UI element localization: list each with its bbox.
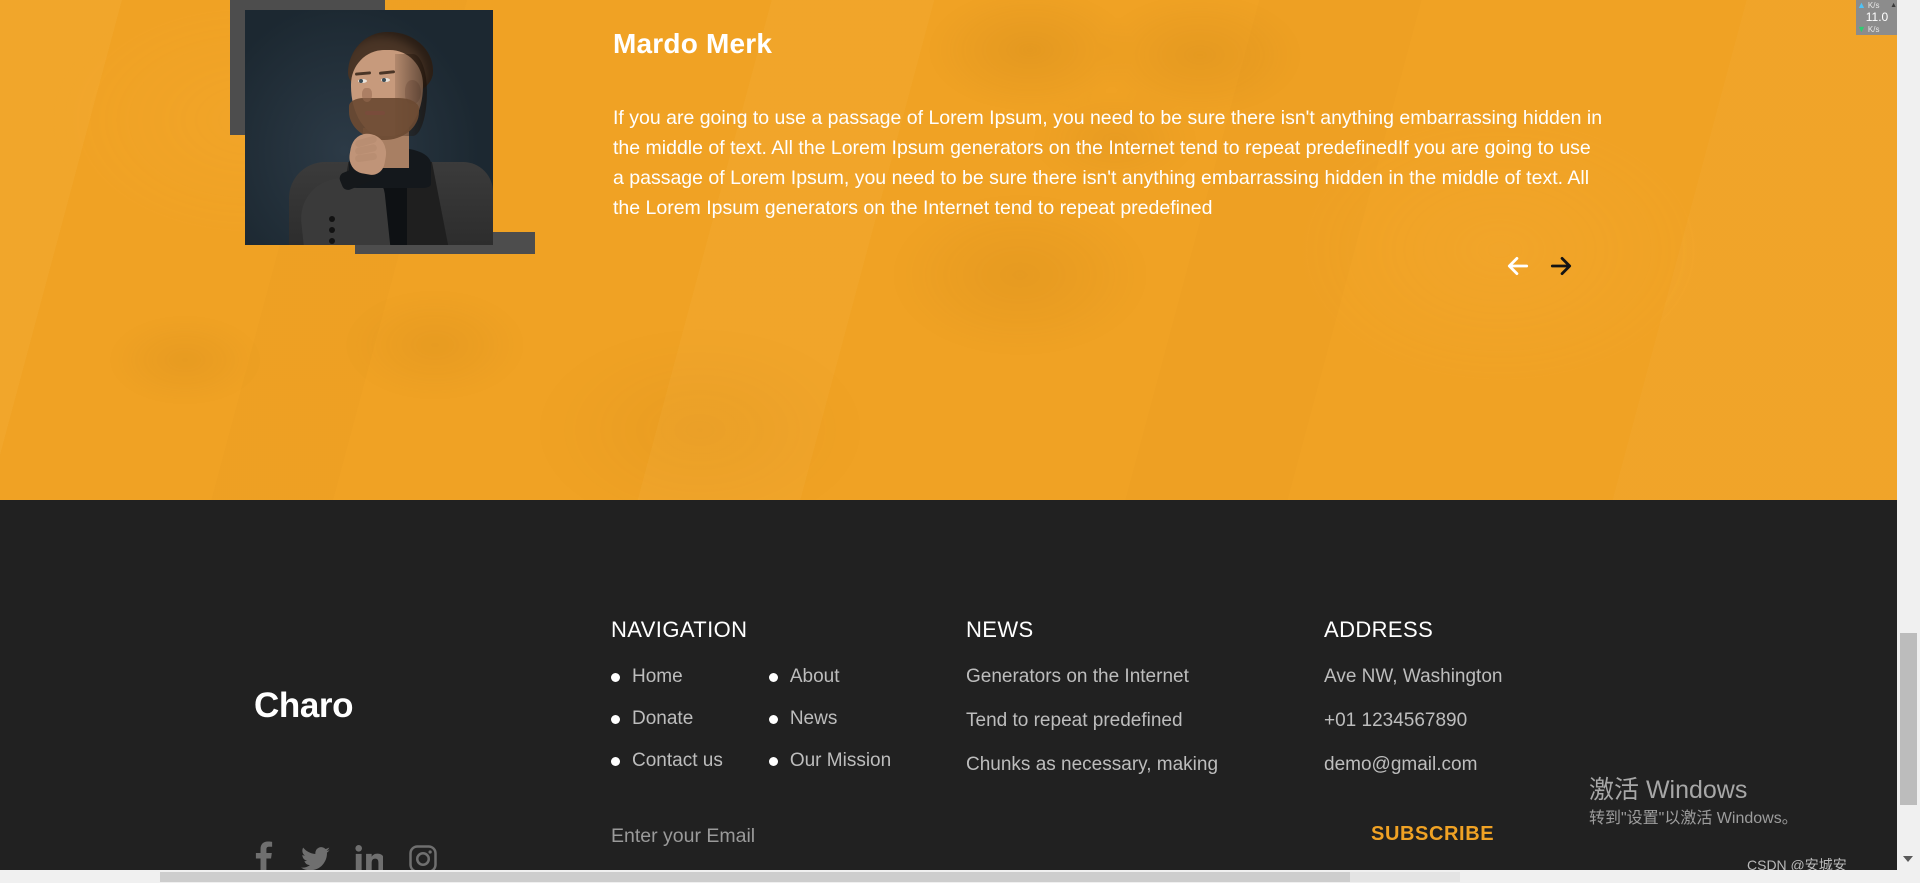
portrait-pupil-right (382, 78, 386, 82)
horizontal-scrollbar-track-segment[interactable] (1350, 872, 1460, 882)
footer-column-news: NEWS Generators on the Internet Tend to … (966, 617, 1218, 798)
footer-nav-list-two: About News Our Mission (768, 666, 892, 792)
portrait-figure (230, 0, 545, 260)
site-footer: Charo NAVIGATION Home Donate Contact us … (0, 500, 1897, 874)
arrow-down-icon: ▼ (1857, 24, 1866, 34)
arrow-up-icon: ▲ (1857, 0, 1866, 10)
footer-address-title: ADDRESS (1324, 617, 1434, 642)
page-root: Mardo Merk If you are going to use a pas… (0, 0, 1920, 883)
nav-label: News (789, 708, 838, 729)
portrait-buttons (329, 216, 340, 245)
chevron-up-icon[interactable]: ▲ (1890, 0, 1897, 11)
address-line: Ave NW, Washington (1324, 666, 1503, 687)
nav-label: Contact us (632, 750, 723, 771)
sidebar-item-about[interactable]: About (768, 666, 891, 688)
nav-label: Donate (632, 708, 694, 729)
subscribe-row: SUBSCRIBE (611, 823, 1494, 848)
nav-label: Home (632, 666, 683, 687)
arrow-right-icon[interactable] (1548, 253, 1574, 279)
hero-section: Mardo Merk If you are going to use a pas… (0, 0, 1897, 500)
scrollbar-corner (1897, 870, 1920, 883)
horizontal-scrollbar-thumb[interactable] (160, 872, 1350, 882)
portrait-nose (362, 88, 372, 102)
horizontal-scrollbar[interactable] (0, 870, 1920, 883)
bullet-icon (611, 714, 620, 724)
portrait-mouth (365, 111, 385, 115)
network-speed-widget[interactable]: ▲ K/s ▲ 11.0 ▼ K/s (1856, 0, 1898, 35)
bullet-icon (768, 714, 778, 724)
bullet-icon (611, 756, 620, 766)
footer-navigation-grid: Home Donate Contact us About News Our Mi… (611, 666, 891, 792)
bullet-icon (768, 672, 778, 682)
news-item[interactable]: Tend to repeat predefined (966, 710, 1218, 732)
news-item[interactable]: Generators on the Internet (966, 666, 1218, 688)
netspeed-value: 11.0 (1865, 10, 1889, 24)
footer-address-list: Ave NW, Washington +01 1234567890 demo@g… (1324, 666, 1502, 776)
sidebar-item-our-mission[interactable]: Our Mission (768, 750, 892, 772)
bullet-icon (768, 756, 778, 766)
bullet-icon (611, 672, 620, 682)
portrait-pupil-left (359, 79, 363, 83)
chevron-down-icon[interactable] (1903, 856, 1913, 862)
address-email[interactable]: demo@gmail.com (1324, 754, 1502, 776)
footer-column-address: ADDRESS Ave NW, Washington +01 123456789… (1324, 617, 1502, 798)
sidebar-item-home[interactable]: Home (611, 666, 723, 688)
footer-news-list: Generators on the Internet Tend to repea… (966, 666, 1218, 776)
portrait-photo (245, 10, 493, 245)
footer-navigation-title: NAVIGATION (611, 617, 748, 642)
vertical-scrollbar[interactable] (1897, 0, 1920, 870)
netspeed-download-row: ▼ K/s (1856, 24, 1898, 35)
sidebar-item-contact-us[interactable]: Contact us (611, 750, 723, 772)
footer-column-navigation: NAVIGATION Home Donate Contact us About … (611, 617, 891, 792)
carousel-controls (1505, 253, 1585, 287)
footer-brand-logo[interactable]: Charo (254, 686, 354, 726)
subscribe-button[interactable]: SUBSCRIBE (1371, 823, 1494, 846)
footer-news-title: NEWS (966, 617, 1034, 642)
hero-person-name: Mardo Merk (613, 28, 773, 59)
address-phone[interactable]: +01 1234567890 (1324, 710, 1502, 732)
vertical-scrollbar-thumb[interactable] (1900, 633, 1917, 805)
sidebar-item-news[interactable]: News (768, 708, 891, 730)
hero-paragraph: If you are going to use a passage of Lor… (613, 107, 1603, 219)
sidebar-item-donate[interactable]: Donate (611, 708, 723, 730)
hero-text-block: Mardo Merk If you are going to use a pas… (613, 28, 1603, 223)
footer-nav-list-one: Home Donate Contact us (611, 666, 723, 792)
nav-label: About (789, 666, 840, 687)
email-field[interactable] (611, 825, 1251, 848)
arrow-left-icon[interactable] (1505, 253, 1531, 279)
netspeed-download-unit: K/s (1867, 25, 1880, 34)
nav-label: Our Mission (789, 750, 892, 771)
news-item[interactable]: Chunks as necessary, making (966, 754, 1218, 776)
